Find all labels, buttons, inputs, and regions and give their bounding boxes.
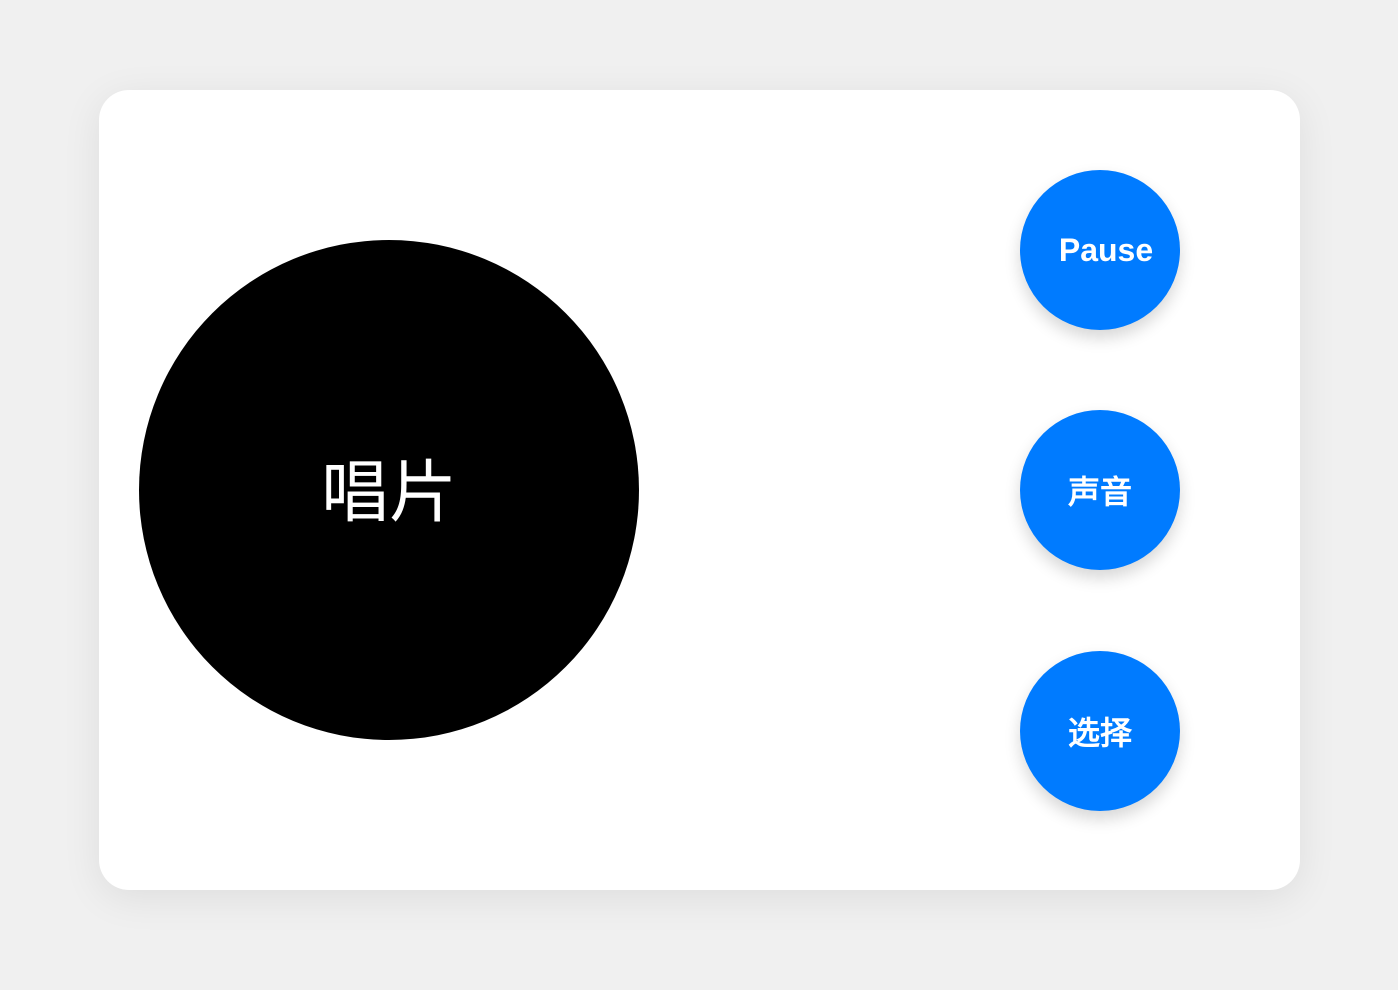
select-button-label: 选择 bbox=[1067, 714, 1132, 752]
record-label: 唱片 bbox=[320, 454, 457, 533]
sound-button-label: 声音 bbox=[1067, 473, 1132, 511]
select-button[interactable]: 选择 bbox=[1020, 651, 1180, 811]
player-card: 唱片 Pause 声音 选择 bbox=[99, 90, 1300, 890]
sound-button[interactable]: 声音 bbox=[1020, 410, 1180, 570]
pause-button[interactable]: Pause bbox=[1020, 170, 1180, 330]
pause-button-label: Pause bbox=[1058, 231, 1154, 268]
vinyl-record[interactable]: 唱片 bbox=[139, 240, 639, 740]
